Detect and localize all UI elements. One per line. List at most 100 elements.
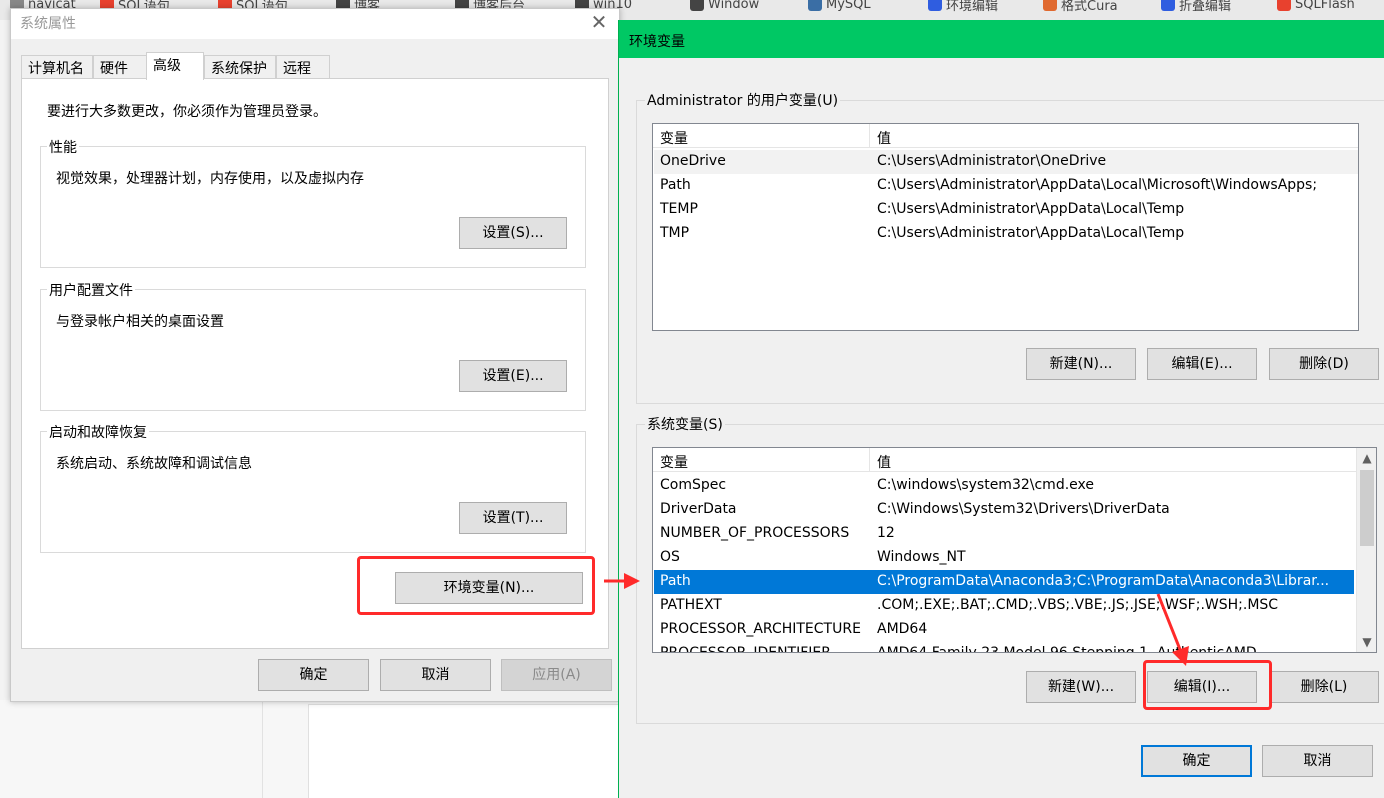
user-variable-row[interactable]: TMP C:\Users\Administrator\AppData\Local\… bbox=[654, 222, 1358, 246]
performance-group: 性能 视觉效果，处理器计划，内存使用，以及虚拟内存 设置(S)... bbox=[40, 137, 586, 268]
close-icon[interactable]: ✕ bbox=[587, 10, 611, 34]
cancel-button[interactable]: 取消 bbox=[380, 659, 491, 691]
system-variable-row[interactable]: PATHEXT .COM;.EXE;.BAT;.CMD;.VBS;.VBE;.JS… bbox=[654, 594, 1354, 618]
tab-hardware[interactable]: 硬件 bbox=[93, 55, 147, 79]
admin-note: 要进行大多数更改，你必须作为管理员登录。 bbox=[47, 104, 327, 120]
user-variables-header: 变量 值 bbox=[653, 124, 1358, 148]
startup-recovery-settings-button[interactable]: 设置(T)... bbox=[459, 502, 567, 534]
ok-button[interactable]: 确定 bbox=[258, 659, 369, 691]
startup-recovery-description: 系统启动、系统故障和调试信息 bbox=[56, 456, 252, 472]
variable-name: DriverData bbox=[660, 501, 737, 517]
system-properties-title: 系统属性 bbox=[20, 16, 76, 32]
user-variables-group: Administrator 的用户变量(U) 变量 值 OneDrive C:\U… bbox=[636, 90, 1384, 404]
system-variable-row[interactable]: PROCESSOR_IDENTIFIER AMD64 Family 23 Mode… bbox=[654, 642, 1354, 653]
user-variables-label: Administrator 的用户变量(U) bbox=[645, 90, 841, 110]
background-tab[interactable]: 折叠编辑 bbox=[1161, 0, 1231, 14]
background-tab-label: SQLFlash bbox=[1295, 0, 1355, 12]
tab-favicon-icon bbox=[1161, 0, 1175, 11]
background-document-area bbox=[308, 704, 620, 798]
background-tab[interactable]: Window bbox=[690, 0, 759, 14]
apply-button[interactable]: 应用(A) bbox=[501, 659, 612, 691]
tab-favicon-icon bbox=[808, 0, 822, 11]
system-variable-row[interactable]: PROCESSOR_ARCHITECTURE AMD64 bbox=[654, 618, 1354, 642]
system-variable-row[interactable]: NUMBER_OF_PROCESSORS 12 bbox=[654, 522, 1354, 546]
variable-value: C:\Users\Administrator\OneDrive bbox=[877, 153, 1107, 169]
variable-name: NUMBER_OF_PROCESSORS bbox=[660, 525, 850, 541]
env-cancel-button[interactable]: 取消 bbox=[1262, 745, 1373, 777]
background-tab[interactable]: 环境编辑 bbox=[928, 0, 998, 14]
user-delete-button[interactable]: 删除(D) bbox=[1269, 348, 1379, 380]
system-variables-scrollbar[interactable]: ▲ ▼ bbox=[1356, 448, 1376, 652]
column-divider[interactable] bbox=[869, 124, 870, 148]
system-variable-row[interactable]: OS Windows_NT bbox=[654, 546, 1354, 570]
variable-value: C:\Users\Administrator\AppData\Local\Mic… bbox=[877, 177, 1318, 193]
system-variables-header: 变量 值 bbox=[653, 448, 1376, 472]
tab-system-protection[interactable]: 系统保护 bbox=[204, 55, 276, 79]
variable-name: Path bbox=[660, 573, 691, 589]
highlight-env-button bbox=[357, 556, 595, 615]
variable-value: C:\ProgramData\Anaconda3;C:\ProgramData\… bbox=[877, 573, 1330, 589]
performance-settings-button[interactable]: 设置(S)... bbox=[459, 217, 567, 249]
background-tab-label: 环境编辑 bbox=[946, 0, 999, 14]
variable-name: PATHEXT bbox=[660, 597, 722, 613]
background-tab-label: MySQL bbox=[826, 0, 871, 12]
system-variables-label: 系统变量(S) bbox=[645, 414, 725, 434]
scroll-up-icon[interactable]: ▲ bbox=[1357, 448, 1376, 468]
variable-name: PROCESSOR_ARCHITECTURE bbox=[660, 621, 861, 637]
variable-name: ComSpec bbox=[660, 477, 727, 493]
column-divider[interactable] bbox=[869, 448, 870, 472]
user-variables-list[interactable]: 变量 值 OneDrive C:\Users\Administrator\OneD… bbox=[652, 123, 1359, 331]
user-edit-button[interactable]: 编辑(E)... bbox=[1147, 348, 1257, 380]
system-delete-button[interactable]: 删除(L) bbox=[1269, 671, 1379, 703]
variable-value: AMD64 Family 23 Model 96 Stepping 1, Aut… bbox=[877, 645, 1257, 653]
highlight-edit-button bbox=[1143, 660, 1272, 710]
background-tab[interactable]: 格式Cura bbox=[1043, 0, 1118, 14]
user-variable-row[interactable]: Path C:\Users\Administrator\AppData\Local… bbox=[654, 174, 1358, 198]
performance-description: 视觉效果，处理器计划，内存使用，以及虚拟内存 bbox=[56, 171, 364, 187]
startup-recovery-group: 启动和故障恢复 系统启动、系统故障和调试信息 设置(T)... bbox=[40, 422, 586, 553]
user-new-button[interactable]: 新建(N)... bbox=[1026, 348, 1136, 380]
variable-name: TMP bbox=[660, 225, 690, 241]
system-properties-titlebar[interactable]: 系统属性 ✕ bbox=[11, 9, 619, 39]
user-variable-row[interactable]: OneDrive C:\Users\Administrator\OneDrive bbox=[654, 150, 1358, 174]
env-ok-button[interactable]: 确定 bbox=[1141, 745, 1252, 777]
user-profiles-label: 用户配置文件 bbox=[47, 280, 135, 300]
tab-computer-name[interactable]: 计算机名 bbox=[21, 55, 93, 79]
column-header-variable[interactable]: 变量 bbox=[660, 452, 688, 472]
tab-advanced[interactable]: 高级 bbox=[146, 52, 204, 80]
startup-recovery-label: 启动和故障恢复 bbox=[47, 422, 149, 442]
system-variable-row[interactable]: DriverData C:\Windows\System32\Drivers\Dr… bbox=[654, 498, 1354, 522]
variable-name: OS bbox=[660, 549, 680, 565]
background-divider bbox=[262, 700, 263, 798]
column-header-value[interactable]: 值 bbox=[877, 452, 891, 472]
scroll-thumb[interactable] bbox=[1360, 470, 1374, 546]
scroll-down-icon[interactable]: ▼ bbox=[1357, 632, 1376, 652]
environment-variables-title: 环境变量 bbox=[629, 34, 685, 50]
variable-value: Windows_NT bbox=[877, 549, 966, 565]
user-variable-row[interactable]: TEMP C:\Users\Administrator\AppData\Local… bbox=[654, 198, 1358, 222]
variable-name: Path bbox=[660, 177, 691, 193]
tab-favicon-icon bbox=[690, 0, 704, 11]
tab-favicon-icon bbox=[1043, 0, 1057, 11]
background-tab[interactable]: SQLFlash bbox=[1277, 0, 1355, 14]
variable-name: TEMP bbox=[660, 201, 698, 217]
user-profiles-description: 与登录帐户相关的桌面设置 bbox=[56, 314, 224, 330]
tab-remote[interactable]: 远程 bbox=[276, 55, 330, 79]
tab-favicon-icon bbox=[928, 0, 942, 11]
system-variable-row[interactable]: ComSpec C:\windows\system32\cmd.exe bbox=[654, 474, 1354, 498]
system-variable-row[interactable]: Path C:\ProgramData\Anaconda3;C:\ProgramD… bbox=[654, 570, 1354, 594]
variable-value: C:\Users\Administrator\AppData\Local\Tem… bbox=[877, 225, 1185, 241]
tab-favicon-icon bbox=[1277, 0, 1291, 11]
column-header-value[interactable]: 值 bbox=[877, 128, 891, 148]
variable-name: PROCESSOR_IDENTIFIER bbox=[660, 645, 831, 653]
variable-value: AMD64 bbox=[877, 621, 928, 637]
column-header-variable[interactable]: 变量 bbox=[660, 128, 688, 148]
variable-name: OneDrive bbox=[660, 153, 726, 169]
system-variables-list[interactable]: 变量 值 ▲ ▼ ComSpec C:\windows\system32\cmd.… bbox=[652, 447, 1377, 653]
environment-variables-titlebar[interactable]: 环境变量 bbox=[619, 20, 1384, 58]
background-tab[interactable]: MySQL bbox=[808, 0, 871, 14]
variable-value: C:\Windows\System32\Drivers\DriverData bbox=[877, 501, 1170, 517]
system-new-button[interactable]: 新建(W)... bbox=[1026, 671, 1136, 703]
variable-value: .COM;.EXE;.BAT;.CMD;.VBS;.VBE;.JS;.JSE;.… bbox=[877, 597, 1279, 613]
user-profiles-settings-button[interactable]: 设置(E)... bbox=[459, 360, 567, 392]
